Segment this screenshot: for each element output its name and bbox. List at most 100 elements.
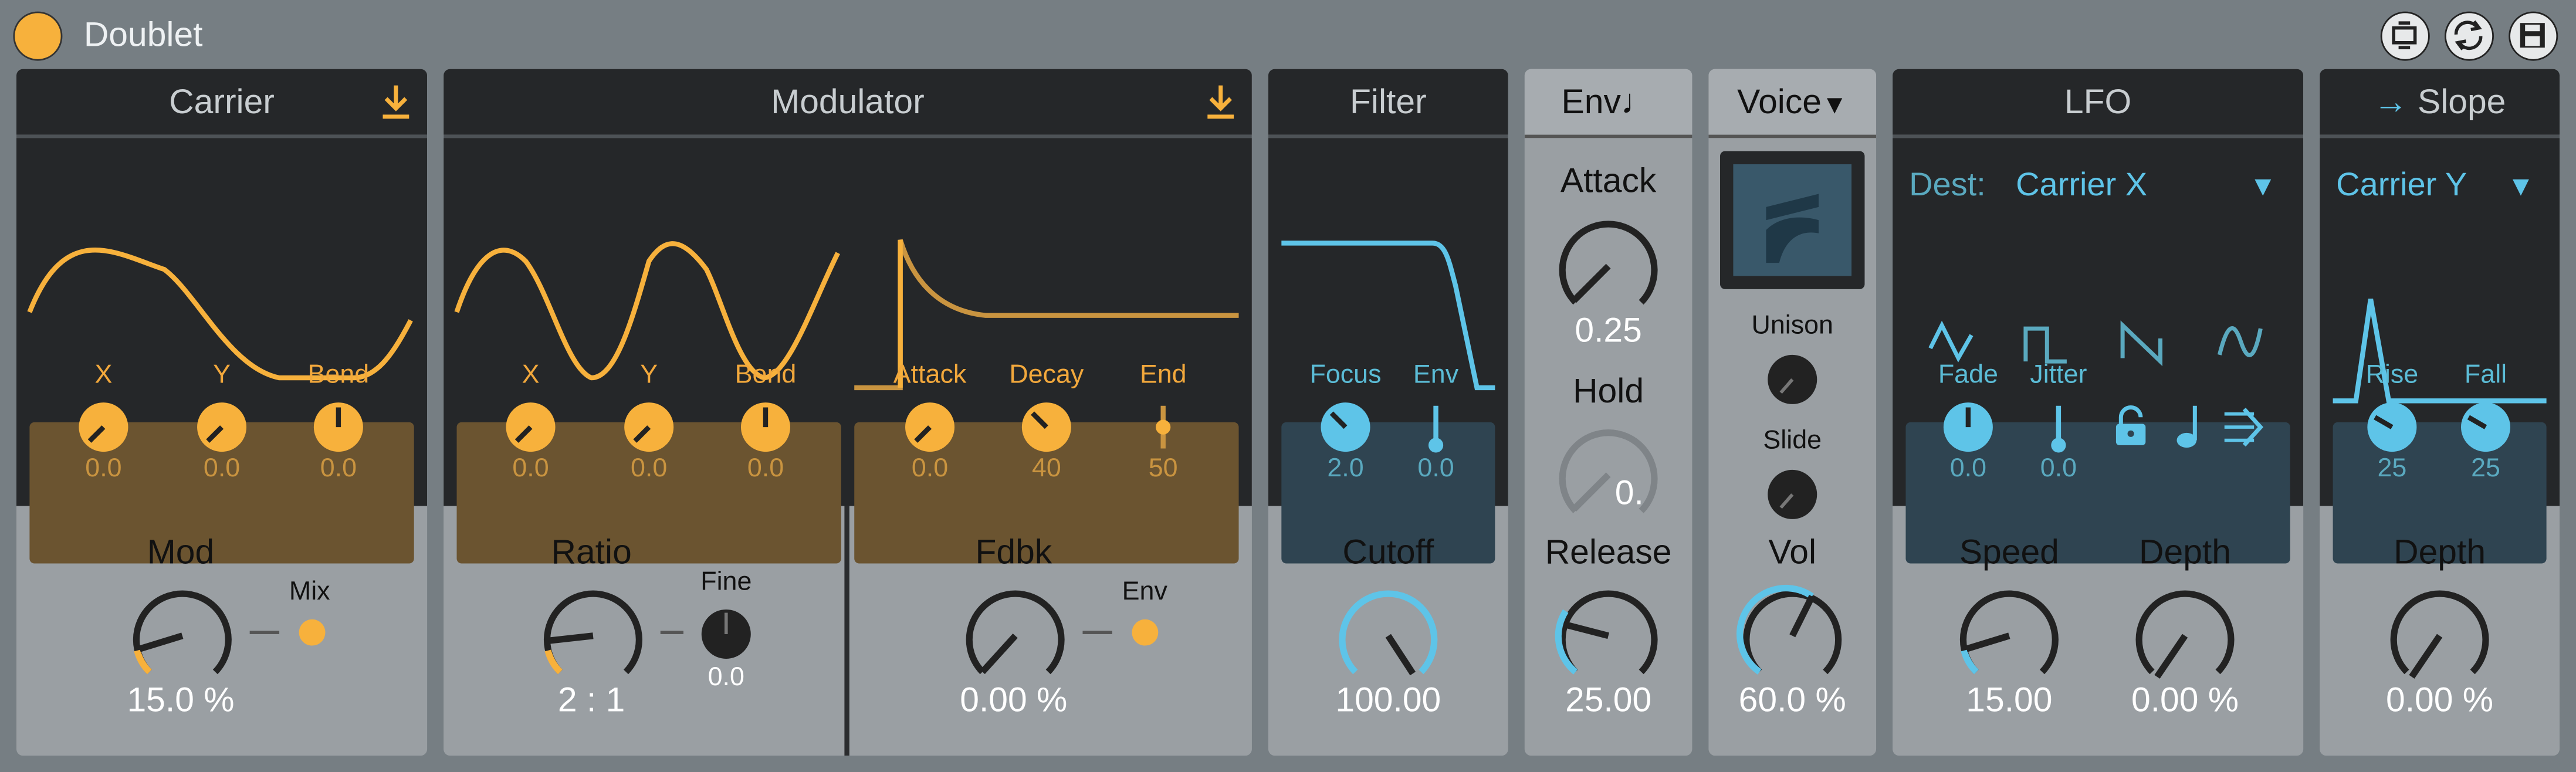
lfo-header: LFO	[1893, 69, 2304, 135]
modulator-header: Modulator	[444, 69, 1252, 135]
voice-header[interactable]: Voice▼	[1708, 69, 1877, 135]
carrier-y-knob[interactable]	[194, 399, 249, 455]
hold-knob[interactable]	[1549, 414, 1668, 533]
env-decay-label: Decay	[1009, 361, 1084, 390]
vol-label: Vol	[1768, 534, 1817, 572]
env-title: Env	[1561, 83, 1621, 122]
modulator-divider	[844, 506, 849, 756]
modulator-x-knob[interactable]	[503, 399, 558, 455]
vol-knob[interactable]	[1733, 575, 1851, 693]
env-decay-value: 40	[1031, 455, 1061, 483]
lfo-fade-knob[interactable]	[1940, 399, 1996, 455]
filter-header: Filter	[1268, 69, 1508, 135]
env-panel: Env♩ Attack 0.25 Hold 0. Release 25.00	[1524, 69, 1692, 756]
mod-knob[interactable]	[123, 575, 242, 693]
slide-label: Slide	[1763, 427, 1822, 455]
lfo-depth-value: 0.00 %	[2131, 682, 2239, 720]
modulator-x-value: 0.0	[512, 455, 549, 483]
release-knob[interactable]	[1549, 575, 1668, 693]
release-label: Release	[1545, 534, 1672, 572]
sine-wave-icon[interactable]	[2215, 316, 2267, 368]
filter-env-label: Env	[1413, 361, 1459, 390]
fine-label: Fine	[700, 568, 752, 597]
env-attack-label: Attack	[893, 361, 967, 390]
filter-env-knob[interactable]	[1408, 399, 1464, 455]
modulator-display	[444, 138, 1252, 564]
mod-label: Mod	[147, 534, 215, 572]
fdbk-env-toggle[interactable]	[1132, 619, 1159, 646]
carrier-y-value: 0.0	[203, 455, 241, 483]
env-end-label: End	[1139, 361, 1187, 390]
note-sync-icon[interactable]	[2172, 401, 2211, 450]
modulator-y-knob[interactable]	[621, 399, 677, 455]
voice-logo-button[interactable]	[1720, 151, 1865, 289]
env-end-knob[interactable]	[1135, 399, 1191, 455]
note-icon[interactable]: ♩	[1621, 84, 1656, 121]
download-icon[interactable]	[378, 82, 414, 121]
filter-env-value: 0.0	[1417, 455, 1454, 483]
speed-knob[interactable]	[1950, 575, 2069, 693]
carrier-title: Carrier	[169, 83, 275, 122]
slope-rise-knob[interactable]	[2364, 399, 2420, 455]
slope-fall-knob[interactable]	[2457, 399, 2513, 455]
filter-focus-knob[interactable]	[1318, 399, 1373, 455]
lfo-panel: LFO Dest: Carrier X ▼ Speed 15.00 Depth …	[1893, 69, 2304, 756]
lfo-jitter-value: 0.0	[2040, 455, 2077, 483]
dest-dropdown-icon[interactable]: ▼	[2249, 171, 2277, 204]
carrier-x-knob[interactable]	[76, 399, 131, 455]
mix-label: Mix	[289, 578, 330, 607]
dest-value[interactable]: Carrier X	[2016, 168, 2147, 205]
cutoff-value: 100.00	[1335, 682, 1441, 720]
triangle-wave-icon[interactable]	[1925, 316, 1978, 368]
square-wave-icon[interactable]	[2020, 316, 2073, 368]
lfo-depth-knob[interactable]	[2126, 575, 2245, 693]
carrier-x-label: X	[94, 361, 113, 390]
modulator-panel: Modulator Ratio Fine 0.0 2 : 1 Fdbk Env …	[444, 69, 1252, 756]
cutoff-label: Cutoff	[1342, 534, 1434, 572]
slope-title: Slope	[2417, 83, 2506, 122]
device-title: Doublet	[83, 16, 203, 55]
vol-value: 60.0 %	[1738, 682, 1846, 720]
carrier-header: Carrier	[16, 69, 428, 135]
dest-label: Dest:	[1909, 167, 1986, 204]
env-attack-value: 0.0	[911, 455, 949, 483]
slope-depth-value: 0.00 %	[2386, 682, 2494, 720]
modulator-bend-label: Bend	[734, 361, 797, 390]
carrier-bend-knob[interactable]	[310, 399, 366, 455]
fine-knob[interactable]	[698, 606, 754, 662]
slope-depth-knob[interactable]	[2381, 575, 2499, 693]
retrigger-icon[interactable]	[2221, 404, 2267, 450]
mix-toggle[interactable]	[299, 619, 326, 646]
fine-value: 0.0	[708, 663, 744, 692]
filter-panel: Filter Cutoff 100.00 Focus 2.0 Env 0.0	[1268, 69, 1508, 756]
lfo-jitter-knob[interactable]	[2030, 399, 2086, 455]
env-decay-knob[interactable]	[1018, 399, 1074, 455]
release-value: 25.00	[1565, 682, 1652, 720]
carrier-bend-value: 0.0	[320, 455, 357, 483]
resize-icon[interactable]	[2380, 11, 2430, 61]
slide-knob[interactable]	[1765, 466, 1820, 522]
refresh-icon[interactable]	[2444, 11, 2494, 61]
attack-knob[interactable]	[1549, 205, 1668, 324]
unison-knob[interactable]	[1765, 351, 1820, 407]
download-icon[interactable]	[1203, 82, 1239, 121]
ratio-knob[interactable]	[534, 575, 652, 693]
voice-title: Voice	[1737, 83, 1822, 122]
device-power-button[interactable]	[13, 11, 63, 61]
ratio-label: Ratio	[551, 534, 632, 572]
dropdown-icon[interactable]: ▼	[1822, 92, 1847, 120]
voice-logo-icon	[1766, 194, 1819, 263]
modulator-bend-knob[interactable]	[737, 399, 793, 455]
carrier-panel: Carrier Mod Mix 15.0 % X 0.0 Y 0.0 Bend 0.0	[16, 69, 428, 756]
env-end-value: 50	[1148, 455, 1178, 483]
cutoff-knob[interactable]	[1329, 575, 1448, 693]
lock-icon[interactable]	[2111, 404, 2154, 450]
fdbk-knob[interactable]	[956, 575, 1075, 693]
save-icon[interactable]	[2509, 11, 2558, 61]
ratio-value: 2 : 1	[557, 682, 625, 720]
lfo-title: LFO	[2064, 83, 2132, 122]
env-attack-knob[interactable]	[902, 399, 957, 455]
lfo-depth-label: Depth	[2139, 534, 2231, 572]
filter-title: Filter	[1349, 83, 1427, 122]
saw-wave-icon[interactable]	[2118, 316, 2171, 368]
